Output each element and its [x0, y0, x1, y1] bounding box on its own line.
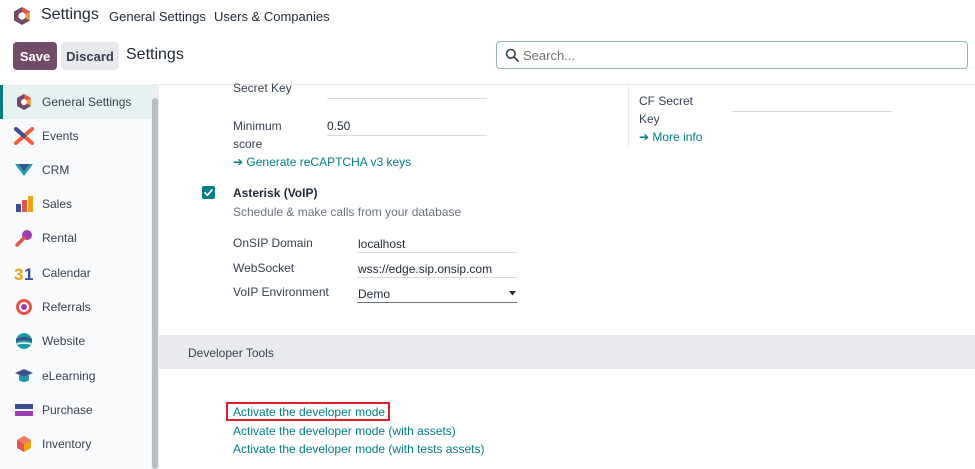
websocket-input[interactable]: wss://edge.sip.onsip.com [357, 259, 517, 278]
sidebar-item-sales[interactable]: Sales [0, 187, 151, 221]
column-divider [628, 84, 629, 146]
sidebar-item-label: General Settings [42, 95, 132, 109]
sidebar-item-label: Events [42, 129, 79, 143]
referrals-icon [16, 299, 32, 315]
sidebar-item-label: Inventory [42, 437, 92, 451]
voip-title: Asterisk (VoIP) [233, 186, 318, 200]
activate-developer-mode-assets-link[interactable]: Activate the developer mode (with assets… [233, 424, 456, 438]
cf-secret-key-input[interactable] [732, 110, 892, 112]
page-title: Settings [126, 46, 184, 63]
sidebar-item-inventory[interactable]: Inventory [0, 427, 151, 461]
sidebar-item-label: Calendar [42, 266, 91, 280]
menu-general-settings[interactable]: General Settings [109, 9, 206, 24]
sidebar-item-events[interactable]: Events [0, 119, 151, 153]
voip-environment-label: VoIP Environment [233, 285, 329, 299]
sidebar-item-label: Sales [42, 197, 73, 211]
sidebar-item-purchase[interactable]: Purchase [0, 393, 151, 427]
checkmark-icon [204, 189, 213, 197]
sidebar-item-label: Referrals [42, 300, 91, 314]
more-info-link[interactable]: ➔ More info [639, 130, 702, 144]
highlight-box [226, 402, 390, 421]
odoo-logo-icon [17, 94, 31, 110]
cf-secret-label-cont: Key [639, 112, 660, 126]
minimum-score-input[interactable]: 0.50 [327, 117, 487, 136]
sidebar-item-label: Rental [42, 231, 77, 245]
more-info-link-text: More info [652, 130, 703, 144]
cf-secret-label: CF Secret [639, 94, 694, 108]
onsip-domain-input[interactable]: localhost [357, 234, 517, 253]
secret-key-input[interactable] [327, 97, 487, 99]
developer-tools-title: Developer Tools [188, 346, 274, 360]
app-name[interactable]: Settings [41, 6, 99, 24]
sidebar-item-website[interactable]: Website [0, 324, 151, 358]
sidebar-item-label: Website [42, 334, 86, 348]
menu-users-companies[interactable]: Users & Companies [214, 9, 330, 24]
rental-icon [15, 230, 32, 247]
sidebar-item-label: CRM [42, 163, 70, 177]
sidebar-item-referrals[interactable]: Referrals [0, 290, 151, 324]
crm-icon [15, 164, 33, 176]
sidebar-item-label: Purchase [42, 403, 93, 417]
minimum-score-label-cont: score [233, 137, 263, 151]
elearning-icon [15, 369, 33, 382]
onsip-domain-label: OnSIP Domain [233, 236, 313, 250]
activate-developer-mode-tests-assets-link[interactable]: Activate the developer mode (with tests … [233, 442, 484, 456]
sidebar-item-general-settings[interactable]: General Settings [0, 85, 151, 119]
inventory-icon [17, 436, 31, 452]
websocket-label: WebSocket [233, 261, 295, 275]
secret-key-label: Secret Key [233, 81, 292, 95]
websocket-value: wss://edge.sip.onsip.com [358, 262, 493, 276]
events-icon [14, 127, 34, 145]
search-bar[interactable] [496, 41, 968, 69]
voip-description: Schedule & make calls from your database [233, 205, 462, 219]
generate-recaptcha-link[interactable]: ➔ Generate reCAPTCHA v3 keys [233, 155, 411, 169]
discard-button[interactable]: Discard [61, 42, 119, 70]
sidebar-scrollbar-thumb[interactable] [152, 98, 158, 469]
caret-down-icon [509, 291, 516, 296]
sidebar-item-crm[interactable]: CRM [0, 153, 151, 187]
search-icon [505, 48, 519, 62]
voip-checkbox[interactable] [202, 186, 215, 199]
website-icon [16, 333, 32, 349]
generate-recaptcha-link-text: Generate reCAPTCHA v3 keys [246, 155, 412, 169]
save-button[interactable]: Save [13, 42, 57, 70]
onsip-domain-value: localhost [358, 237, 406, 251]
voip-environment-value: Demo [358, 287, 391, 301]
sidebar-item-elearning[interactable]: eLearning [0, 359, 151, 393]
svg-text:1: 1 [24, 265, 33, 282]
developer-tools-header [159, 335, 975, 369]
calendar-icon: 3 1 [14, 265, 33, 282]
sidebar-item-calendar[interactable]: 3 1 Calendar [0, 256, 151, 290]
purchase-icon [15, 404, 33, 416]
svg-text:3: 3 [14, 265, 23, 282]
minimum-score-value: 0.50 [327, 119, 351, 133]
sales-icon [16, 196, 33, 212]
search-input[interactable] [523, 46, 953, 64]
voip-environment-select[interactable]: Demo [357, 284, 517, 303]
odoo-logo-icon[interactable] [12, 6, 32, 26]
sidebar-item-rental[interactable]: Rental [0, 221, 151, 255]
sidebar-item-label: eLearning [42, 369, 96, 383]
minimum-score-label: Minimum [233, 119, 282, 133]
